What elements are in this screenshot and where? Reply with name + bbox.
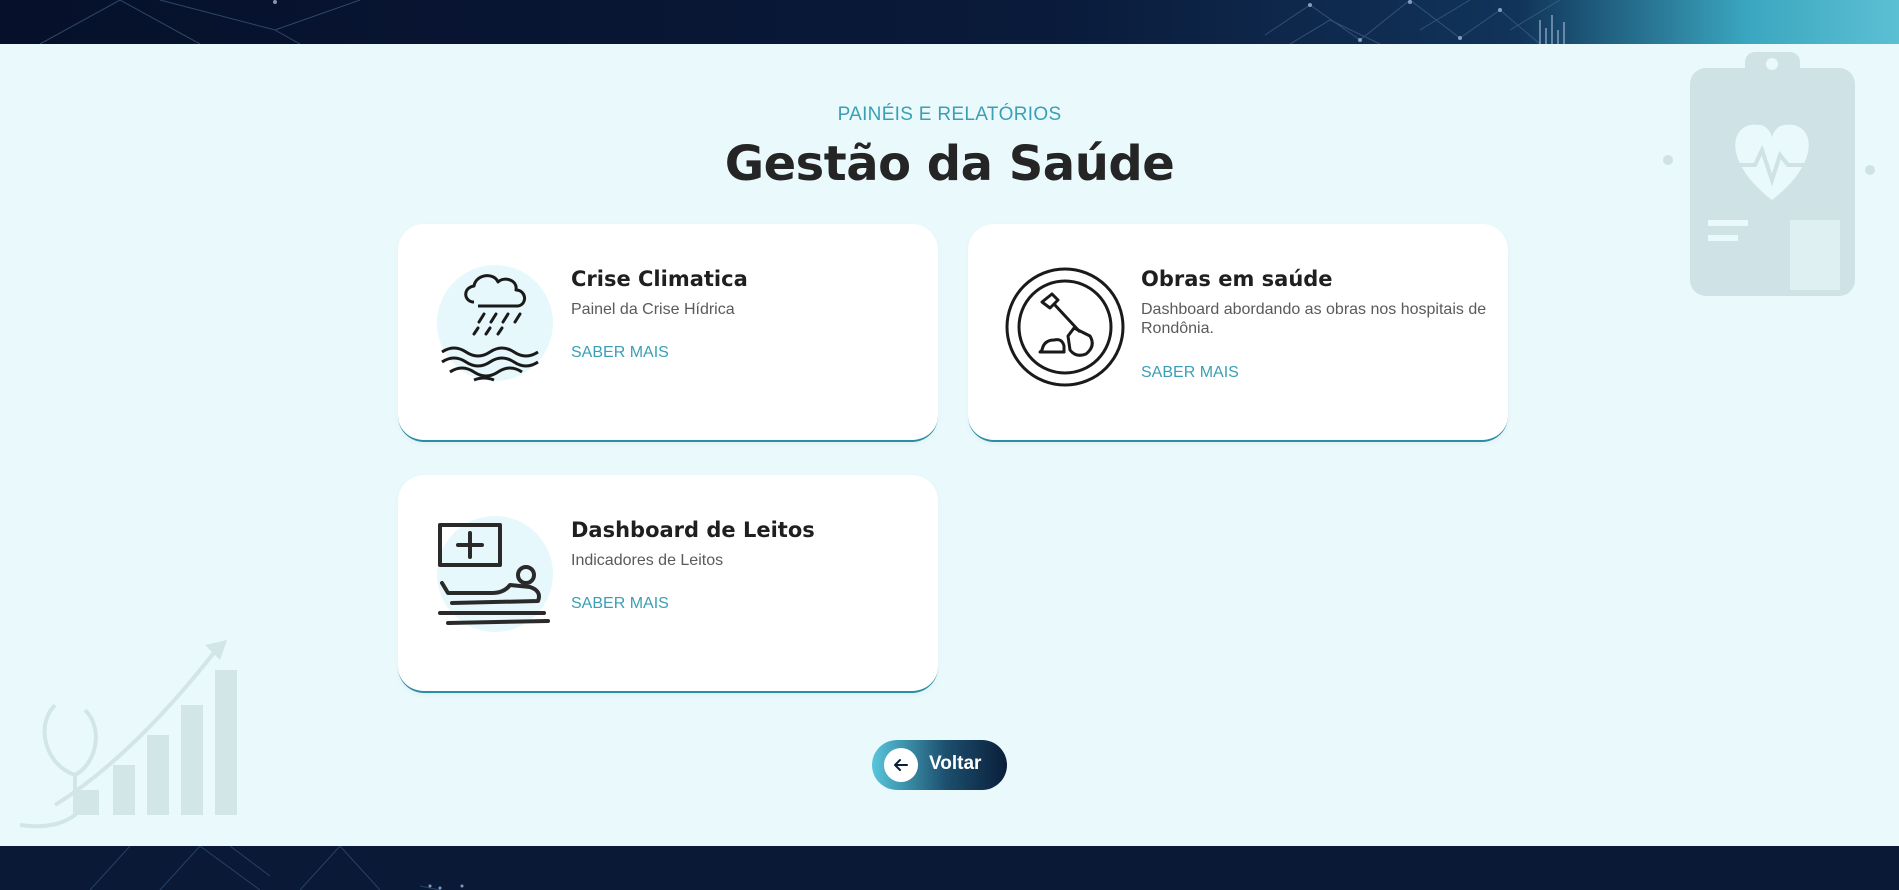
card-title: Crise Climatica — [571, 267, 748, 291]
card-crise-climatica[interactable]: Crise Climatica Painel da Crise Hídrica … — [398, 224, 938, 442]
card-description: Painel da Crise Hídrica — [571, 301, 735, 318]
growth-chart-decoration — [19, 640, 237, 829]
top-banner — [0, 0, 1899, 44]
network-pattern-decoration — [39, 0, 1565, 44]
rain-flood-icon — [437, 265, 553, 382]
saber-mais-link[interactable]: SABER MAIS — [1141, 364, 1239, 382]
arrow-left-icon — [894, 759, 908, 771]
voltar-label: Voltar — [929, 753, 982, 774]
saber-mais-link[interactable]: SABER MAIS — [571, 595, 669, 613]
card-title: Dashboard de Leitos — [571, 518, 815, 542]
section-eyebrow: PAINÉIS E RELATÓRIOS — [837, 104, 1062, 125]
hospital-bed-icon — [437, 516, 553, 632]
card-description: Indicadores de Leitos — [571, 552, 724, 569]
page-title: Gestão da Saúde — [724, 136, 1175, 192]
footer-banner — [0, 846, 1899, 890]
card-title: Obras em saúde — [1141, 267, 1333, 291]
card-obras-em-saude[interactable]: Obras em saúde Dashboard abordando as ob… — [968, 224, 1508, 442]
card-dashboard-de-leitos[interactable]: Dashboard de Leitos Indicadores de Leito… — [398, 475, 938, 693]
network-pattern-decoration — [89, 846, 464, 890]
card-description: Dashboard abordando as obras nos hospita… — [1141, 301, 1487, 337]
saber-mais-link[interactable]: SABER MAIS — [571, 344, 669, 362]
back-icon-circle — [884, 748, 918, 782]
shovel-construction-icon — [1005, 267, 1125, 387]
voltar-button[interactable]: Voltar — [872, 740, 1007, 790]
